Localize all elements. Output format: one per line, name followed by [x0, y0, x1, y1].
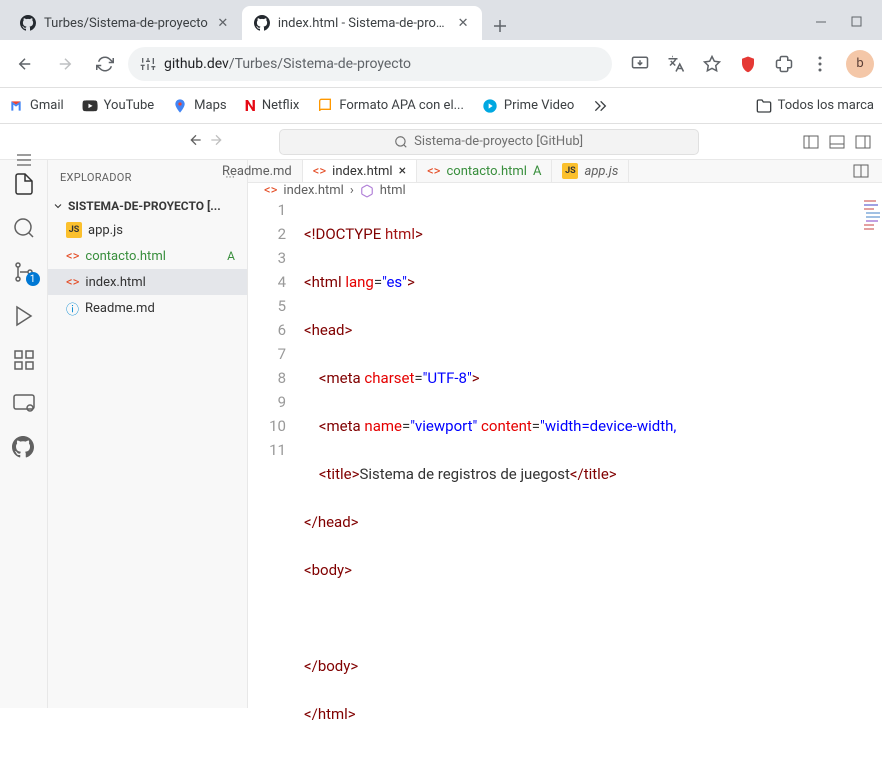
file-status: A [533, 164, 541, 179]
close-icon[interactable]: ✕ [216, 16, 230, 30]
js-file-icon: JS [66, 222, 82, 238]
bookmark-formato-apa[interactable]: Formato APA con el... [317, 98, 464, 114]
browser-tab[interactable]: Turbes/Sistema-de-proyecto ✕ [8, 6, 242, 40]
source-control-badge: 1 [26, 272, 40, 286]
browser-tab-title: index.html - Sistema-de-proyec [278, 16, 449, 31]
editor-forward-button[interactable] [208, 132, 224, 152]
editor-main: Readme.md <> index.html × <> contacto.ht… [248, 160, 882, 708]
browser-tab-title: Turbes/Sistema-de-proyecto [44, 16, 208, 31]
reload-button[interactable] [88, 47, 122, 81]
html-file-icon: <> [264, 183, 277, 198]
file-item-contacto[interactable]: <> contacto.html A [48, 243, 247, 269]
editor-back-button[interactable] [188, 132, 204, 152]
bookmarks-folder[interactable]: Todos los marca [756, 98, 874, 114]
breadcrumbs[interactable]: <> index.html › html [248, 183, 882, 198]
file-item-index[interactable]: <> index.html [48, 269, 247, 295]
forward-button[interactable] [48, 47, 82, 81]
bookmark-netflix[interactable]: NNetflix [245, 96, 300, 115]
minimap[interactable] [862, 198, 882, 774]
browser-tabstrip: Turbes/Sistema-de-proyecto ✕ index.html … [0, 0, 882, 40]
editor-topbar: Sistema-de-proyecto [GitHub] [0, 124, 882, 160]
html-file-icon: <> [66, 275, 79, 290]
url-bar[interactable]: github.dev/Turbes/Sistema-de-proyecto [128, 47, 612, 81]
cube-icon [360, 184, 374, 198]
line-numbers: 1234567891011 [248, 198, 304, 774]
activity-bar: 1 [0, 160, 48, 708]
bookmarks-bar: Gmail YouTube Maps NNetflix Formato APA … [0, 88, 882, 124]
github-icon [254, 15, 270, 31]
search-icon [394, 135, 408, 149]
explorer-icon[interactable] [12, 172, 36, 196]
sidebar: EXPLORADOR ··· SISTEMA-DE-PROYECTO [... … [48, 160, 248, 708]
editor-tab-contacto[interactable]: <> contacto.html A [417, 160, 552, 182]
maximize-icon[interactable] [851, 16, 862, 32]
html-file-icon: <> [427, 164, 440, 179]
browser-toolbar: github.dev/Turbes/Sistema-de-proyecto b [0, 40, 882, 88]
ublock-icon[interactable] [738, 54, 758, 74]
js-file-icon: JS [562, 163, 578, 179]
bookmark-icon[interactable] [702, 54, 722, 74]
command-center[interactable]: Sistema-de-proyecto [GitHub] [279, 129, 699, 155]
hamburger-menu[interactable] [12, 152, 36, 168]
run-debug-icon[interactable] [12, 304, 36, 328]
extensions-activity-icon[interactable] [12, 348, 36, 372]
panel-bottom-icon[interactable] [826, 131, 848, 153]
editor-tab-appjs[interactable]: JS app.js [552, 160, 629, 182]
site-settings-icon[interactable] [140, 56, 156, 72]
code-editor[interactable]: 1234567891011 <!DOCTYPE html> <html lang… [248, 198, 882, 774]
install-app-icon[interactable] [630, 54, 650, 74]
close-tab-icon[interactable]: × [399, 163, 406, 179]
bookmark-maps[interactable]: Maps [172, 98, 226, 114]
close-icon[interactable]: ✕ [456, 16, 469, 30]
remote-explorer-icon[interactable] [12, 392, 36, 416]
minimize-icon[interactable] [815, 16, 827, 32]
editor-tab-readme[interactable]: Readme.md [248, 160, 303, 182]
translate-icon[interactable] [666, 54, 686, 74]
bookmarks-overflow[interactable] [592, 98, 608, 114]
editor-tab-index[interactable]: <> index.html × [303, 160, 417, 182]
panel-right-icon[interactable] [852, 131, 874, 153]
panel-left-icon[interactable] [800, 131, 822, 153]
new-tab-button[interactable] [486, 12, 514, 40]
html-file-icon: <> [313, 164, 326, 179]
file-item-readme[interactable]: ⓘ Readme.md [48, 295, 247, 321]
profile-avatar[interactable]: b [846, 50, 874, 78]
bookmark-gmail[interactable]: Gmail [8, 98, 64, 114]
extensions-icon[interactable] [774, 54, 794, 74]
github-activity-icon[interactable] [12, 436, 36, 460]
source-control-icon[interactable]: 1 [12, 260, 36, 284]
chevron-down-icon [52, 200, 64, 212]
window-controls [803, 16, 874, 40]
bookmark-youtube[interactable]: YouTube [82, 98, 155, 114]
chevron-right-icon: › [350, 183, 354, 198]
search-activity-icon[interactable] [12, 216, 36, 240]
github-icon [20, 15, 36, 31]
menu-icon[interactable] [810, 54, 830, 74]
sidebar-project-title[interactable]: SISTEMA-DE-PROYECTO [... [48, 195, 247, 217]
editor-app: Sistema-de-proyecto [GitHub] 1 EXPLORA [0, 124, 882, 708]
editor-tabs: Readme.md <> index.html × <> contacto.ht… [248, 160, 882, 183]
browser-tab[interactable]: index.html - Sistema-de-proyec ✕ [242, 6, 482, 40]
info-file-icon: ⓘ [66, 299, 79, 318]
file-item-appjs[interactable]: JS app.js [48, 217, 247, 243]
bookmark-prime-video[interactable]: Prime Video [482, 98, 574, 114]
url-domain: github.dev/Turbes/Sistema-de-proyecto [164, 56, 411, 72]
sidebar-header: EXPLORADOR ··· [48, 160, 247, 195]
back-button[interactable] [8, 47, 42, 81]
split-editor-icon[interactable] [850, 160, 872, 182]
file-status: A [227, 249, 235, 263]
code-lines[interactable]: <!DOCTYPE html> <html lang="es"> <head> … [304, 198, 882, 774]
html-file-icon: <> [66, 249, 79, 264]
